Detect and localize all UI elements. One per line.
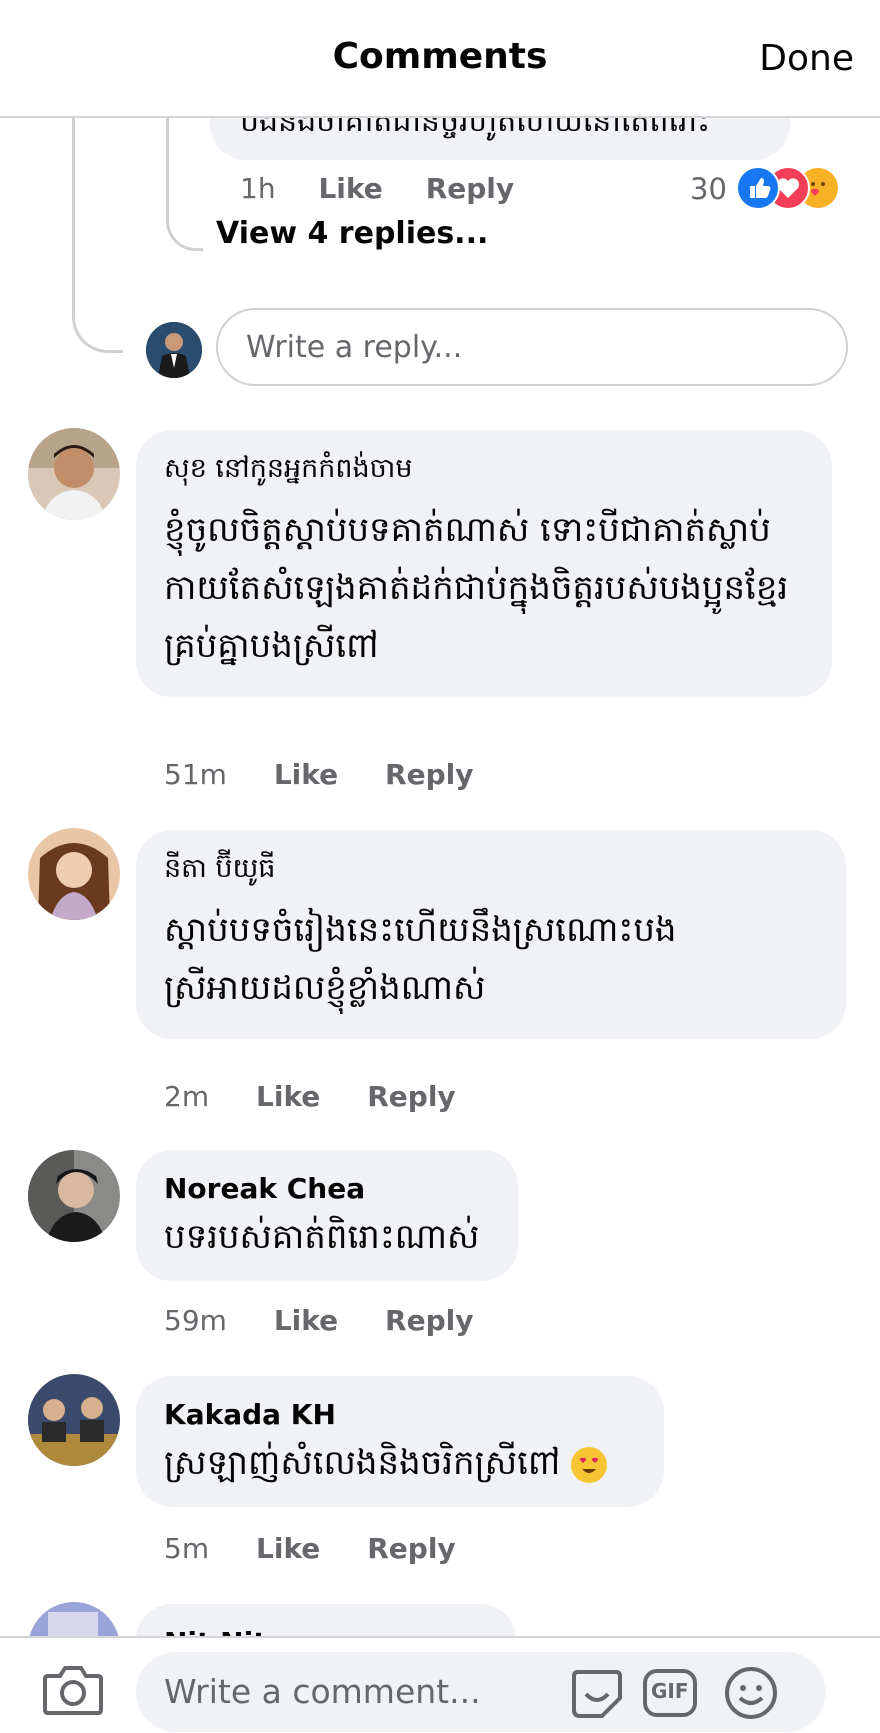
view-replies-link[interactable]: View 4 replies...: [216, 216, 488, 251]
reply-button[interactable]: Reply: [367, 1080, 455, 1113]
reply-meta: 1h Like Reply: [240, 172, 514, 205]
reply-input-placeholder: Write a reply...: [246, 330, 463, 365]
gif-icon[interactable]: GIF: [642, 1668, 698, 1722]
sticker-icon[interactable]: [568, 1664, 626, 1726]
comment-bubble[interactable]: Kakada KH ស្រឡាញ់សំលេងនិងចរិកស្រីពៅ: [136, 1376, 664, 1507]
comment-text: ខ្ញុំចូលចិត្តស្តាប់បទគាត់ណាស់ ទោះបីជាគាត…: [164, 510, 789, 666]
comment-meta: 51m Like Reply: [164, 758, 473, 791]
comment-time: 59m: [164, 1304, 227, 1337]
avatar[interactable]: [28, 428, 120, 520]
like-button[interactable]: Like: [318, 172, 382, 205]
comment-bubble[interactable]: សុខ នៅកូនអ្នកកំពង់ចាម ខ្ញុំចូលចិត្តស្តាប…: [136, 430, 832, 697]
comment-text: ស្តាប់បទចំរៀងនេះហើយនឹងស្រណោះបងស្រីអាយដលខ…: [164, 910, 677, 1008]
comment-author[interactable]: Kakada KH: [164, 1398, 636, 1431]
comment-meta: 5m Like Reply: [164, 1532, 456, 1565]
like-button[interactable]: Like: [256, 1532, 320, 1565]
reply-button[interactable]: Reply: [385, 758, 473, 791]
comment-time: 2m: [164, 1080, 210, 1113]
comment-input[interactable]: Write a comment... GIF: [136, 1652, 826, 1732]
thread-connector: [72, 118, 123, 353]
like-button[interactable]: Like: [274, 758, 338, 791]
camera-icon[interactable]: [42, 1662, 104, 1716]
like-button[interactable]: Like: [256, 1080, 320, 1113]
avatar[interactable]: [28, 1602, 120, 1636]
comment-text: បទរបស់គាត់ពិរោះណាស់: [164, 1217, 480, 1257]
reply-input[interactable]: Write a reply...: [216, 308, 848, 386]
like-button[interactable]: Like: [274, 1304, 338, 1337]
like-reaction-icon: [736, 166, 780, 210]
page-title: Comments: [332, 36, 548, 77]
emoji-icon[interactable]: [722, 1664, 780, 1726]
comment-bubble[interactable]: នីតា ប៊ីយូធី ស្តាប់បទចំរៀងនេះហើយនឹងស្រណោ…: [136, 830, 846, 1039]
comment-meta: 59m Like Reply: [164, 1304, 473, 1337]
gif-label: GIF: [651, 1679, 689, 1703]
reply-button[interactable]: Reply: [426, 172, 514, 205]
avatar: [146, 322, 202, 378]
comment-author[interactable]: Nit Nit: [164, 1626, 488, 1636]
done-button[interactable]: Done: [759, 38, 854, 79]
reply-text: បងនិងចាំគាត់ជានិច្ចរហូតហើយនៅតែពីរោះ: [240, 118, 711, 139]
comment-composer: Write a comment... GIF: [0, 1636, 880, 1733]
comment-input-placeholder: Write a comment...: [164, 1672, 481, 1711]
comment-author[interactable]: Noreak Chea: [164, 1172, 490, 1205]
comment-author[interactable]: នីតា ប៊ីយូធី: [164, 852, 818, 891]
reply-connector: [166, 118, 203, 251]
comments-header: Comments Done: [0, 0, 880, 118]
comments-list[interactable]: បងនិងចាំគាត់ជានិច្ចរហូតហើយនៅតែពីរោះ 1h L…: [0, 118, 880, 1636]
avatar[interactable]: [28, 1150, 120, 1242]
heart-eyes-emoji-icon: [571, 1446, 608, 1483]
comment-author[interactable]: សុខ នៅកូនអ្នកកំពង់ចាម: [164, 452, 804, 491]
avatar[interactable]: [28, 1374, 120, 1466]
comment-time: 51m: [164, 758, 227, 791]
reply-button[interactable]: Reply: [385, 1304, 473, 1337]
reply-button[interactable]: Reply: [367, 1532, 455, 1565]
avatar[interactable]: [28, 828, 120, 920]
reply-time: 1h: [240, 172, 276, 205]
comment-bubble[interactable]: Nit Nit: [136, 1604, 516, 1636]
comment-text: ស្រឡាញ់សំលេងនិងចរិកស្រីពៅ: [164, 1443, 561, 1483]
reply-bubble[interactable]: បងនិងចាំគាត់ជានិច្ចរហូតហើយនៅតែពីរោះ: [210, 118, 790, 160]
reaction-count: 30: [690, 172, 727, 206]
comment-meta: 2m Like Reply: [164, 1080, 456, 1113]
comment-bubble[interactable]: Noreak Chea បទរបស់គាត់ពិរោះណាស់: [136, 1150, 518, 1281]
comment-time: 5m: [164, 1532, 210, 1565]
